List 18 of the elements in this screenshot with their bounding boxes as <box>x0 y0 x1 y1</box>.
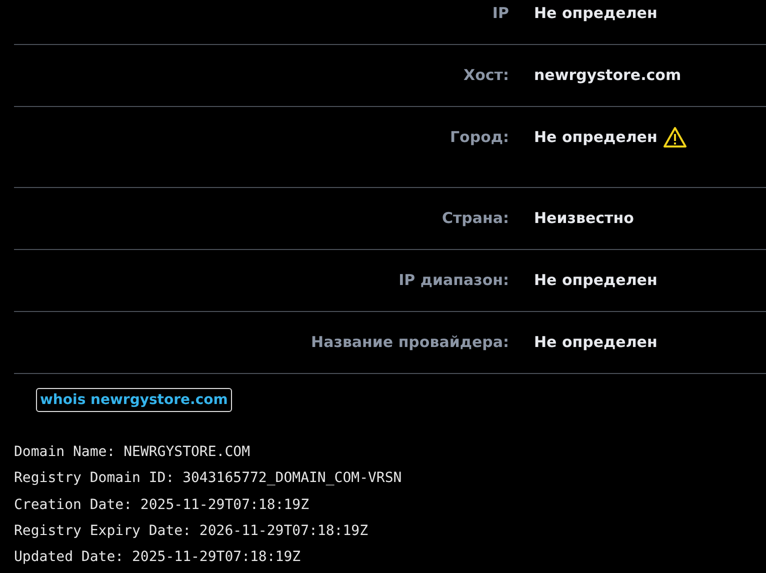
whois-line: Registry Domain ID: 3043165772_DOMAIN_COM-VRSN <box>14 469 403 488</box>
whois-line: Registry Expiry Date: 2026-11-29T07:18:19Z <box>14 522 370 541</box>
field-value: Не определен <box>534 3 658 24</box>
field-label: IP <box>492 4 509 22</box>
whois-line: Creation Date: 2025-11-29T07:18:19Z <box>14 496 310 515</box>
field-value: Неизвестно <box>534 208 634 229</box>
field-value: Не определен <box>534 127 658 148</box>
field-label: IP диапазон: <box>398 271 509 289</box>
field-label: Город: <box>450 128 509 146</box>
whois-button[interactable]: whois newrgystore.com <box>36 388 232 412</box>
field-label: Страна: <box>442 209 509 227</box>
field-value: Не определен <box>534 270 658 291</box>
field-label: Хост: <box>464 66 509 84</box>
whois-line: Domain Name: NEWRGYSTORE.COM <box>14 443 252 462</box>
field-value: newrgystore.com <box>534 65 682 86</box>
field-value: Не определен <box>534 332 658 353</box>
whois-line: Updated Date: 2025-11-29T07:18:19Z <box>14 548 302 568</box>
field-label: Название провайдера: <box>311 333 509 351</box>
